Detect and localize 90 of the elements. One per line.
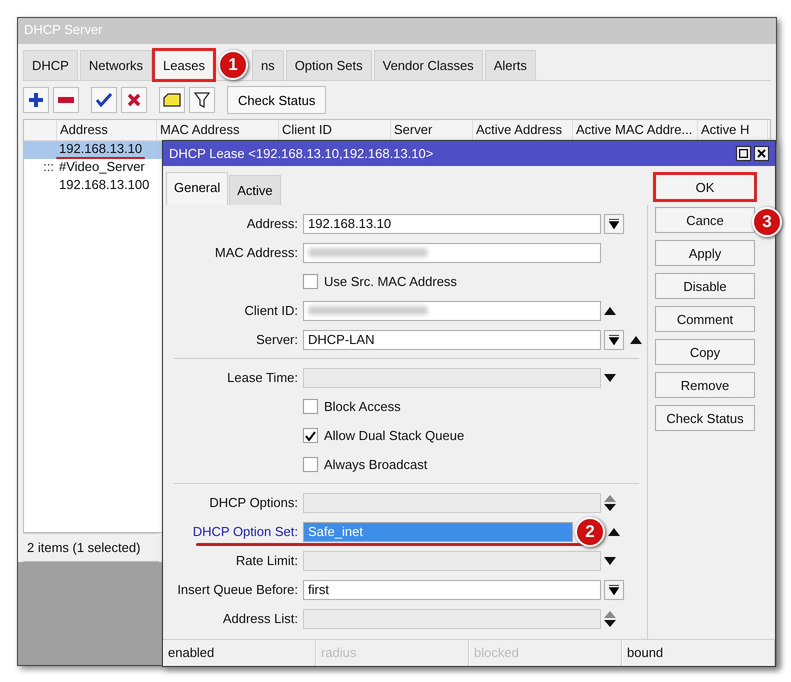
tab[interactable]: Alerts [484,50,536,80]
text-field[interactable] [303,492,601,512]
filter-icon [194,92,210,108]
text-field[interactable]: DHCP-LAN [303,330,601,350]
dropdown-button[interactable] [604,330,624,350]
text-field[interactable] [303,300,601,320]
checkmark-icon [305,430,316,440]
dropdown-icon [609,584,619,594]
step-badge: 2 [575,516,605,546]
note-icon [163,93,181,107]
tab[interactable]: General [166,172,228,205]
dropdown-button[interactable] [604,580,624,600]
field-label: Server: [256,332,298,347]
plus-icon [28,92,44,108]
dropdown-icon [609,334,619,344]
column-header[interactable]: Client ID [282,122,332,138]
checkmark-icon [96,93,112,107]
text-field[interactable] [303,242,601,262]
tab[interactable]: Option Sets [286,50,372,80]
minus-icon [58,97,74,103]
toolbar-button[interactable] [159,87,185,113]
column-header[interactable]: Active MAC Addre... [576,122,692,138]
column-header[interactable]: MAC Address [160,122,240,138]
field-label: Lease Time: [227,370,298,385]
toolbar-button[interactable] [23,87,49,113]
up-arrow-icon[interactable] [604,306,616,314]
checkbox-label: Allow Dual Stack Queue [324,428,464,443]
text-field[interactable] [303,608,601,628]
checkbox[interactable] [303,274,318,289]
up-down-arrows-icon[interactable] [604,610,616,628]
step-badge: 3 [752,207,782,237]
tab[interactable]: ns [252,50,284,80]
maximize-button[interactable] [736,146,751,161]
field-label: Rate Limit: [236,553,298,568]
table-cell: 192.168.13.10 [59,141,142,156]
step-badge: 1 [218,50,248,80]
close-button[interactable] [754,146,769,161]
status-cell: enabled [163,640,316,666]
dialog-button[interactable]: OK [655,174,755,200]
column-header[interactable]: Active Address [476,122,562,138]
field-label: Client ID: [244,303,298,318]
down-arrow-icon[interactable] [604,556,616,564]
comment-marker: ::: [43,159,54,174]
comment-text: #Video_Server [59,159,145,174]
down-arrow-icon[interactable] [604,374,616,382]
check-status-button[interactable]: Check Status [227,86,326,114]
toolbar-button[interactable] [91,87,117,113]
up-down-arrows-icon[interactable] [604,494,616,512]
dialog-title: DHCP Lease <192.168.13.10,192.168.13.10> [169,146,434,161]
field-label: DHCP Option Set: [192,524,298,539]
field-label: DHCP Options: [209,495,298,510]
dialog-button[interactable]: Disable [655,273,755,299]
item-count: 2 items (1 selected) [27,540,140,555]
dialog-button[interactable]: Cance [655,207,755,233]
checkbox[interactable] [303,428,318,443]
toolbar-button[interactable] [189,87,215,113]
checkbox[interactable] [303,399,318,414]
field-label: MAC Address: [214,245,298,260]
text-field[interactable] [303,550,601,570]
field-label: Address List: [222,611,298,626]
dropdown-button[interactable] [604,214,624,234]
tab[interactable]: Active [229,175,281,205]
text-field[interactable]: first [303,580,601,600]
tab[interactable]: Vendor Classes [374,50,483,80]
checkbox-label: Block Access [324,399,401,414]
up-arrow-icon[interactable] [630,336,642,344]
text-field[interactable] [303,368,601,388]
field-label: Address: [246,216,298,231]
checkbox-label: Use Src. MAC Address [324,274,457,289]
column-header[interactable]: Server [394,122,432,138]
dialog-button[interactable]: Check Status [655,405,755,431]
toolbar-button[interactable] [53,87,79,113]
x-icon [127,93,141,107]
toolbar-button[interactable] [121,87,147,113]
tab[interactable]: Networks [80,50,152,80]
dialog-button[interactable]: Remove [655,372,755,398]
column-header[interactable]: Address [60,122,108,138]
checkbox[interactable] [303,457,318,472]
status-cell: bound [622,640,775,666]
up-arrow-icon[interactable] [608,528,620,536]
dialog-button[interactable]: Apply [655,240,755,266]
dialog-button[interactable]: Comment [655,306,755,332]
column-header[interactable]: Active H [701,122,750,138]
field-label: Insert Queue Before: [177,582,298,597]
text-field[interactable]: 192.168.13.10 [303,214,601,234]
tab[interactable]: Leases [154,50,214,80]
dialog-button[interactable]: Copy [655,339,755,365]
tab[interactable]: DHCP [23,50,78,80]
checkbox-label: Always Broadcast [324,457,428,472]
dropdown-icon [609,218,619,228]
